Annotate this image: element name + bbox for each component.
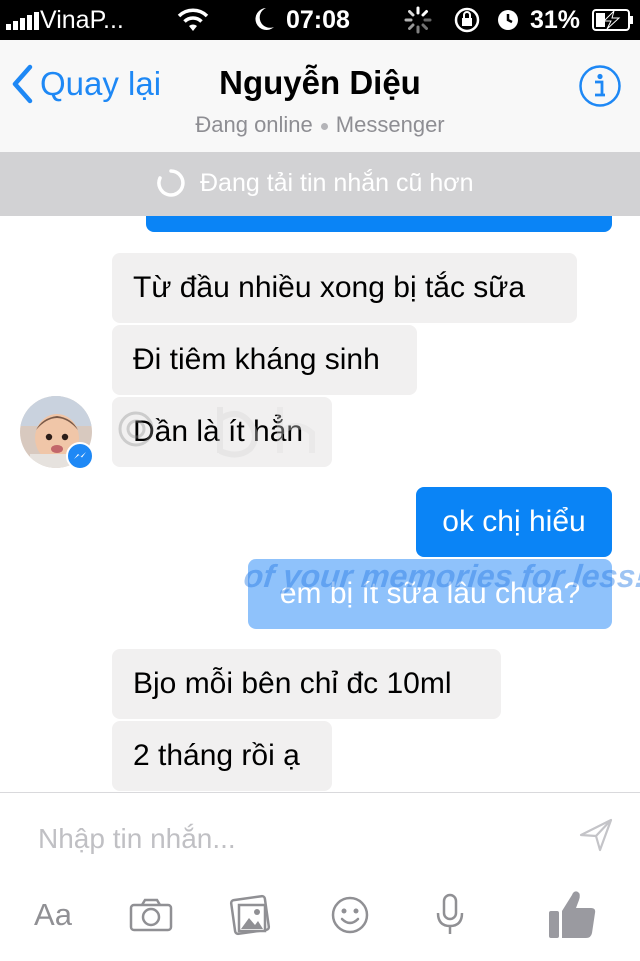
like-button[interactable] [546,891,598,939]
loading-text: Đang tải tin nhắn cũ hơn [200,168,474,197]
text-format-label: Aa [34,897,72,932]
separator-dot [320,122,328,130]
microphone-icon [436,893,464,934]
camera-button[interactable] [128,891,174,939]
message-bubble-incoming[interactable]: Bjo mỗi bên chỉ đc 10ml [112,649,501,719]
status-bar: VinaP... 07:08 31% [0,0,640,40]
message-bubble-incoming[interactable]: Dần là ít hẳn [112,397,332,467]
voice-message-button[interactable] [434,891,466,939]
text-format-button[interactable]: Aa [28,891,78,939]
activity-spinner-icon [404,6,432,41]
info-icon [579,65,621,107]
carrier-name: VinaP... [40,6,124,34]
photo-library-icon [229,894,271,936]
message-bubble-incoming[interactable]: Đi tiêm kháng sinh [112,325,417,395]
messenger-badge-icon [66,442,94,470]
message-bubble-outgoing[interactable]: ok chị hiểu [416,487,612,557]
orientation-lock-icon [452,6,482,41]
like-icon [549,891,596,938]
battery-percent: 31% [530,6,581,34]
do-not-disturb-moon-icon [252,5,276,40]
alarm-clock-icon [496,8,520,39]
compose-toolbar: Aa [0,891,640,951]
sticker-button[interactable] [330,891,370,939]
message-bubble-incoming[interactable]: 2 tháng rồi ạ [112,721,332,791]
loading-older-messages-banner: Đang tải tin nhắn cũ hơn [0,152,640,216]
contact-name[interactable]: Nguyễn Diệu [0,64,640,102]
compose-area: Aa [0,792,640,961]
wifi-icon [176,7,210,40]
sticker-icon [331,896,369,934]
loading-spinner-icon [157,169,185,197]
info-button[interactable] [578,64,622,108]
battery-charging-icon [592,9,634,38]
conversation-header: Quay lại Nguyễn Diệu Đang online Messenge… [0,40,640,152]
photo-library-button[interactable] [228,891,274,939]
message-input[interactable] [36,815,560,863]
status-time: 07:08 [286,6,350,34]
signal-strength-icon [6,12,39,30]
message-bubble-outgoing[interactable]: em bị ít sữa lâu chưa? [248,559,612,629]
app-name: Messenger [335,112,445,137]
send-icon[interactable] [578,817,614,853]
camera-icon [129,898,173,932]
contact-status-line: Đang online Messenger [0,112,640,138]
message-bubble-incoming[interactable]: Từ đầu nhiều xong bị tắc sữa [112,253,577,323]
online-status: Đang online [195,112,313,137]
